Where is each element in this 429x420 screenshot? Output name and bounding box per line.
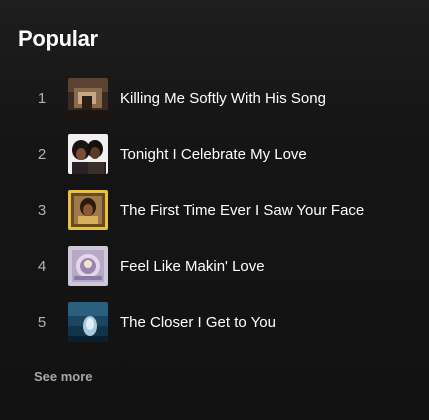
track-row[interactable]: 4 Feel Like Makin' Love (22, 239, 417, 295)
album-cover-first-time-ever[interactable] (68, 190, 108, 230)
track-row[interactable]: 5 The Closer I Get to You (22, 295, 417, 351)
album-cover-tonight-i-celebrate-my-love[interactable] (68, 134, 108, 174)
track-number: 2 (37, 146, 47, 163)
album-cover-feel-like-makin-love[interactable] (68, 246, 108, 286)
track-row[interactable]: 3 The First Time Ever I Saw Your Face (22, 183, 417, 239)
track-title[interactable]: The First Time Ever I Saw Your Face (120, 183, 364, 239)
see-more-button[interactable]: See more (34, 369, 93, 385)
track-title[interactable]: Tonight I Celebrate My Love (120, 127, 307, 183)
track-number: 3 (37, 202, 47, 219)
track-number: 1 (37, 90, 47, 107)
album-cover-killing-me-softly[interactable] (68, 78, 108, 118)
track-row[interactable]: 2 Tonight I Celebrate My Love (22, 127, 417, 183)
track-row[interactable]: 1 Killing Me Softly With His Song (22, 71, 417, 127)
album-cover-the-closer-i-get-to-you[interactable] (68, 302, 108, 342)
popular-section: Popular 1 Killing Me Softly With His Son… (0, 0, 429, 420)
track-title[interactable]: Killing Me Softly With His Song (120, 71, 326, 127)
track-list: 1 Killing Me Softly With His Song 2 Toni… (22, 71, 417, 351)
track-title[interactable]: The Closer I Get to You (120, 295, 276, 351)
track-title[interactable]: Feel Like Makin' Love (120, 239, 265, 295)
section-title[interactable]: Popular (18, 24, 98, 54)
track-number: 5 (37, 314, 47, 331)
track-number: 4 (37, 258, 47, 275)
